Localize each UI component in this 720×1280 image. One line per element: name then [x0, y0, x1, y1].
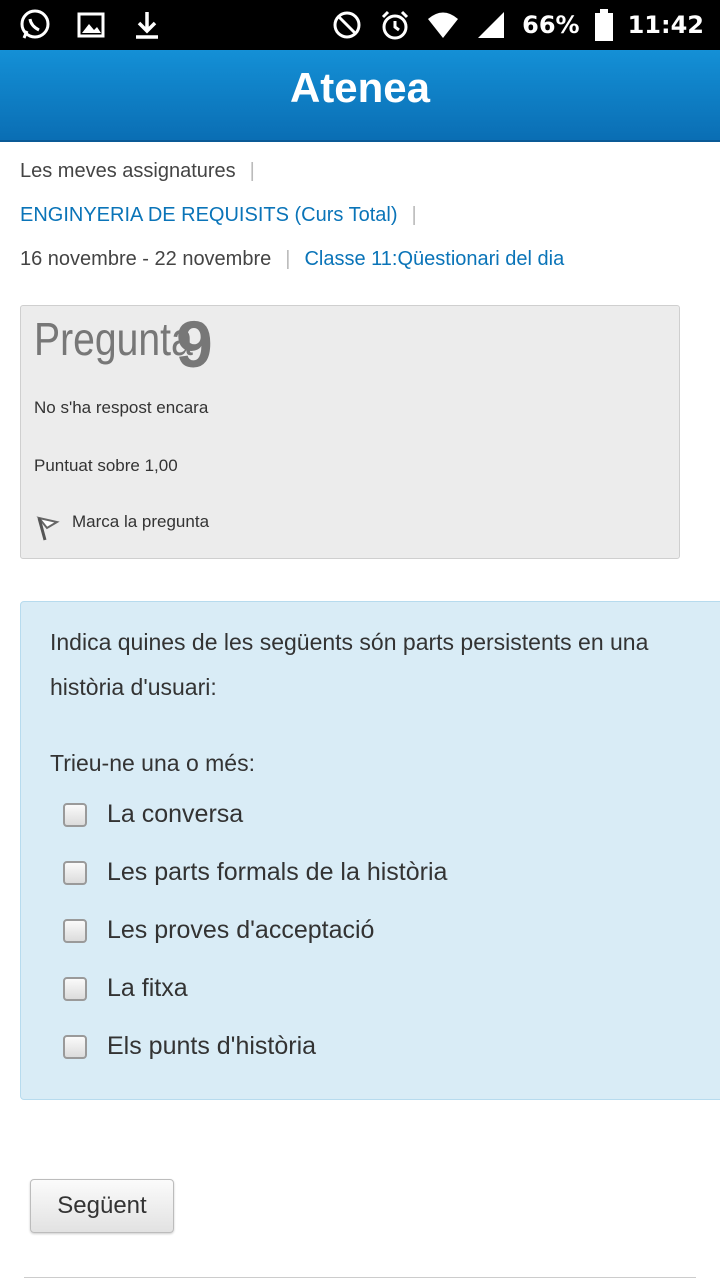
breadcrumb-link-week[interactable]: 16 novembre - 22 novembre	[20, 248, 271, 270]
breadcrumb-link-activity[interactable]: Classe 11:Qüestionari del dia	[304, 248, 564, 270]
signal-icon	[478, 12, 505, 38]
status-bar-system: 66% 11:42	[330, 8, 704, 42]
clock: 11:42	[627, 11, 704, 39]
answer-option-label: La conversa	[107, 800, 244, 828]
next-button[interactable]: Següent	[30, 1179, 174, 1233]
question-number-heading: Pregunta 9	[34, 307, 221, 381]
divider	[24, 1277, 696, 1278]
answer-option[interactable]: La fitxa	[63, 974, 188, 1003]
answer-option-label: La fitxa	[107, 974, 188, 1002]
answer-checkbox[interactable]	[63, 918, 87, 943]
do-not-disturb-icon	[333, 11, 361, 39]
answer-option[interactable]: La conversa	[63, 800, 243, 829]
download-icon	[136, 12, 158, 39]
wifi-icon	[428, 12, 459, 38]
battery-percent: 66%	[522, 11, 580, 39]
app-title[interactable]: Atenea	[0, 64, 720, 112]
breadcrumb-week-activity: 16 novembre - 22 novembre | Classe 11:Qües…	[20, 248, 564, 271]
breadcrumb-separator: |	[285, 248, 291, 270]
question-grade: Puntuat sobre 1,00	[34, 456, 178, 475]
breadcrumb-link-course[interactable]: ENGINYERIA DE REQUISITS (Curs Total)	[20, 204, 398, 226]
whatsapp-icon	[20, 9, 50, 39]
question-state: No s'ha respost encara	[34, 398, 209, 417]
breadcrumb-link-my-courses[interactable]: Les meves assignatures	[20, 160, 236, 182]
answer-option[interactable]: Les parts formals de la història	[63, 858, 447, 887]
question-label: Pregunta	[34, 313, 193, 365]
answer-option-label: Els punts d'història	[107, 1032, 317, 1060]
answer-option-label: Les parts formals de la història	[107, 858, 448, 886]
answer-checkbox[interactable]	[63, 802, 87, 827]
flag-icon[interactable]	[35, 514, 63, 542]
answer-checkbox[interactable]	[63, 1034, 87, 1059]
image-icon	[77, 12, 105, 38]
question-content-panel: Indica quines de les següents són parts …	[20, 601, 720, 1100]
breadcrumb-course: ENGINYERIA DE REQUISITS (Curs Total) |	[20, 204, 431, 227]
answer-option[interactable]: Les proves d'acceptació	[63, 916, 374, 945]
breadcrumb-separator: |	[411, 204, 417, 226]
flag-question-link[interactable]: Marca la pregunta	[72, 512, 209, 532]
answer-option-label: Les proves d'acceptació	[107, 916, 375, 944]
question-info-panel: Pregunta 9 No s'ha respost encara Puntuat…	[20, 305, 680, 559]
status-bar: 66% 11:42	[0, 0, 720, 50]
answer-prompt: Trieu-ne una o més:	[50, 750, 255, 776]
answer-option[interactable]: Els punts d'història	[63, 1032, 316, 1061]
answer-checkbox[interactable]	[63, 860, 87, 885]
question-number: 9	[176, 307, 213, 381]
status-bar-notifications	[18, 8, 164, 42]
question-text: Indica quines de les següents són parts …	[50, 629, 649, 700]
battery-icon	[594, 9, 613, 41]
answer-checkbox[interactable]	[63, 976, 87, 1001]
breadcrumb-separator: |	[249, 160, 255, 182]
alarm-icon	[382, 10, 409, 40]
breadcrumb-my-courses: Les meves assignatures |	[20, 160, 269, 183]
app-header: Atenea	[0, 50, 720, 142]
